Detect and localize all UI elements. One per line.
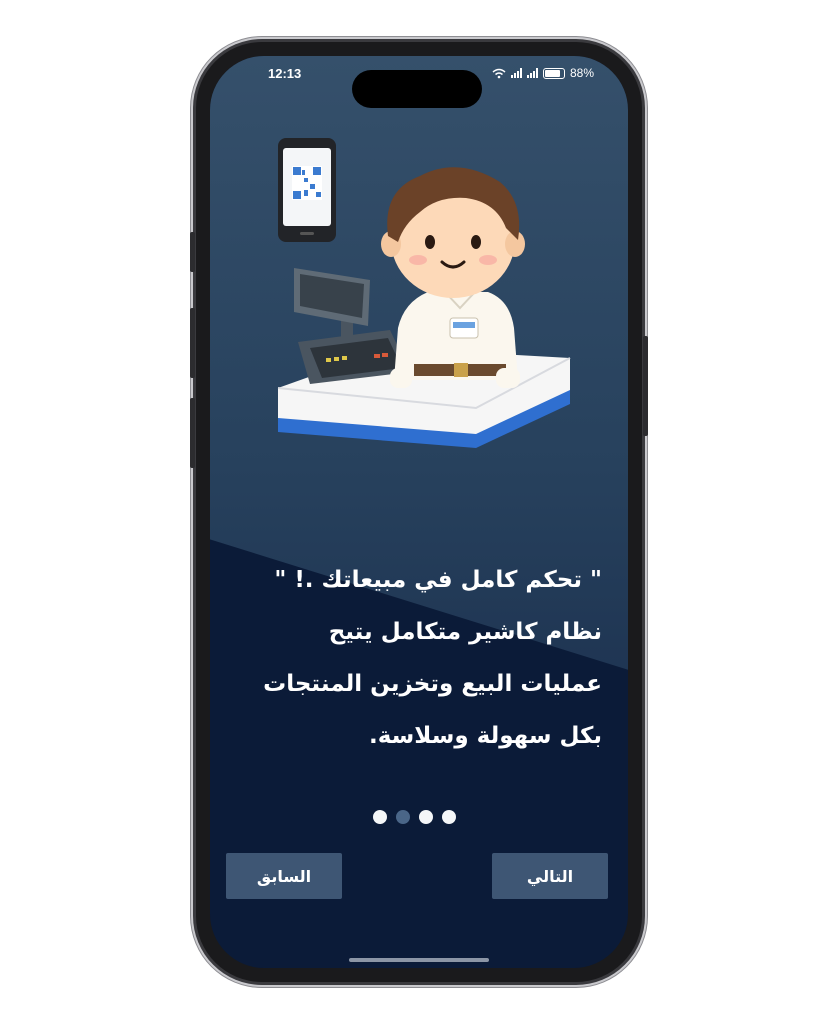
phone-volume-button (190, 398, 195, 468)
status-icons: 88% (492, 66, 594, 80)
phone-volume-down-button (190, 308, 195, 378)
qr-phone-icon (278, 138, 336, 242)
headline-line: بكل سهولة وسلاسة. (368, 723, 602, 749)
page-indicator (373, 810, 456, 824)
page-dot[interactable] (419, 810, 433, 824)
phone-screen: 12:13 88% " تحكم كامل في مبيعاتك .! " نظ… (210, 56, 628, 968)
wifi-icon (492, 68, 506, 78)
cash-register (294, 268, 410, 384)
page-dot[interactable] (373, 810, 387, 824)
battery-icon (542, 67, 565, 79)
dynamic-island (352, 70, 482, 108)
cashier-character (381, 167, 525, 388)
phone-power-button (643, 336, 648, 436)
page-dot-active[interactable] (396, 810, 410, 824)
signal-icon (510, 68, 522, 78)
status-time: 12:13 (268, 66, 302, 81)
headline-line: " تحكم كامل في مبيعاتك .! " (274, 567, 602, 593)
phone-volume-up-button (190, 232, 195, 272)
headline-line: عمليات البيع وتخزين المنتجات (263, 671, 602, 697)
page-dot[interactable] (442, 810, 456, 824)
next-button[interactable]: التالي (492, 853, 608, 899)
home-indicator[interactable] (349, 958, 489, 962)
headline-line: نظام كاشير متكامل يتيح (328, 619, 602, 645)
battery-percentage: 88% (569, 66, 594, 80)
previous-button[interactable]: السابق (226, 853, 342, 899)
cashier-illustration (277, 138, 571, 448)
signal-icon-2 (526, 68, 538, 78)
onboarding-headline: " تحكم كامل في مبيعاتك .! " نظام كاشير م… (242, 554, 602, 762)
